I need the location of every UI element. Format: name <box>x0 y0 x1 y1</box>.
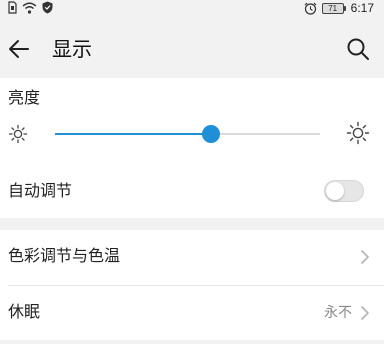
page-title: 显示 <box>52 37 92 61</box>
color-temp-row[interactable]: 色彩调节与色温 <box>0 230 384 286</box>
shield-icon <box>42 1 53 14</box>
back-arrow-icon <box>9 40 29 58</box>
sleep-row[interactable]: 休眠 永不 <box>0 286 384 340</box>
search-button[interactable] <box>344 35 372 63</box>
auto-adjust-label: 自动调节 <box>8 181 73 200</box>
auto-adjust-row[interactable]: 自动调节 <box>0 170 384 214</box>
section-gap <box>0 218 384 230</box>
battery-icon: 71 <box>321 2 346 14</box>
clock: 6:17 <box>350 1 374 15</box>
chevron-right-icon <box>361 306 369 320</box>
status-bar: 71 6:17 <box>0 0 384 18</box>
chevron-right-icon <box>361 250 369 264</box>
status-left-icons <box>8 1 53 14</box>
sun-small-icon <box>8 124 28 144</box>
sleep-value: 永不 <box>324 305 352 321</box>
wifi-icon <box>22 2 37 14</box>
brightness-slider-thumb[interactable] <box>202 125 221 143</box>
alarm-icon <box>304 2 317 15</box>
brightness-slider-row <box>0 116 384 150</box>
sun-large-icon <box>346 121 370 145</box>
brightness-slider-fill <box>55 133 212 135</box>
toggle-knob <box>326 182 344 200</box>
color-temp-label: 色彩调节与色温 <box>8 246 121 265</box>
settings-card: 色彩调节与色温 休眠 永不 <box>0 230 384 340</box>
search-icon <box>347 38 369 60</box>
brightness-card: 亮度 自动调节 <box>0 78 384 218</box>
battery-level: 71 <box>321 2 344 14</box>
back-button[interactable] <box>4 34 34 64</box>
brightness-slider[interactable] <box>55 125 320 143</box>
app-bar: 显示 <box>0 18 384 78</box>
auto-adjust-toggle[interactable] <box>324 180 364 202</box>
sleep-label: 休眠 <box>8 302 41 321</box>
status-right: 71 6:17 <box>304 1 374 15</box>
sim-icon <box>8 1 17 14</box>
brightness-label: 亮度 <box>8 88 41 107</box>
